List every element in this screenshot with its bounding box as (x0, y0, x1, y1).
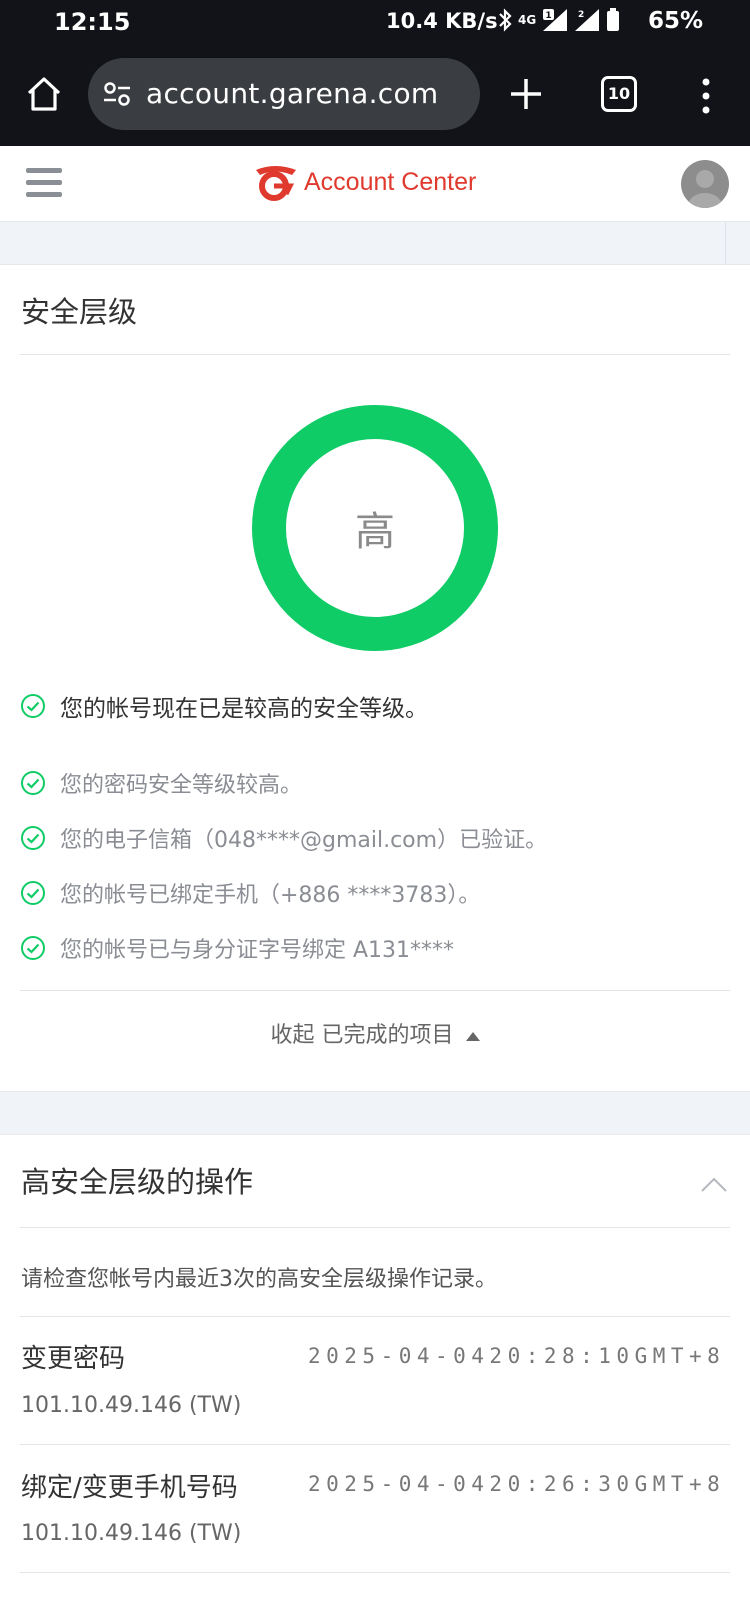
system-icons: 4G 1 2 (498, 8, 620, 32)
battery-percent: 65% (648, 8, 704, 34)
security-level-value: 高 (355, 509, 395, 555)
divider (20, 354, 730, 355)
summary-check: 您的帐号现在已是较高的安全等级。 (20, 691, 428, 722)
check-item: 您的密码安全等级较高。 (20, 768, 302, 798)
operation-action: 变更密码 (21, 1344, 126, 1374)
divider (20, 1444, 730, 1445)
divider (20, 1572, 730, 1573)
operation-ip: 101.10.49.146 (TW) (21, 1393, 242, 1418)
address-bar[interactable]: account.garena.com (88, 58, 480, 130)
check-item-text: 您的密码安全等级较高。 (60, 773, 303, 798)
collapse-completed-button[interactable]: 收起 已完成的项目 (0, 1017, 750, 1049)
divider (20, 990, 730, 991)
security-level-card: 安全层级 高 您的帐号现在已是较高的安全等级。 您的密码安全等级较高。 您的电子… (0, 264, 750, 1092)
avatar[interactable] (681, 160, 729, 208)
summary-text: 您的帐号现在已是较高的安全等级。 (60, 696, 428, 722)
brand-title: Account Center (304, 167, 477, 196)
browser-toolbar: account.garena.com 10 (0, 46, 750, 146)
security-level-title: 安全层级 (21, 295, 138, 329)
check-item-text: 您的帐号已绑定手机（+886 ****3783）。 (60, 883, 481, 908)
operation-action: 绑定/变更手机号码 (21, 1473, 238, 1503)
svg-text:1: 1 (546, 11, 552, 21)
check-circle-icon (21, 771, 45, 795)
chevron-up-icon[interactable] (700, 1175, 728, 1193)
divider (20, 1316, 730, 1317)
operation-ip: 101.10.49.146 (TW) (21, 1521, 242, 1546)
network-type-icon: 4G (518, 13, 537, 27)
operation-time: 2025-04-0420:26:30GMT+8 (308, 1472, 726, 1496)
check-item-text: 您的帐号已与身分证字号绑定 A131**** (60, 938, 455, 963)
check-circle-icon (21, 694, 45, 718)
check-item: 您的帐号已与身分证字号绑定 A131**** (20, 933, 454, 963)
url-text[interactable]: account.garena.com (146, 77, 439, 110)
site-settings-icon[interactable] (102, 80, 132, 108)
bluetooth-icon (499, 8, 512, 32)
garena-logo-icon (256, 166, 296, 201)
check-item-text: 您的电子信箱（048****@gmail.com）已验证。 (60, 828, 548, 853)
operations-title: 高安全层级的操作 (21, 1165, 254, 1199)
new-tab-icon[interactable] (508, 76, 544, 112)
signal-sim2-icon: 2 (575, 9, 600, 31)
brand-logo[interactable]: Account Center (252, 162, 476, 202)
hamburger-menu-icon[interactable] (26, 168, 62, 198)
home-icon[interactable] (24, 74, 64, 114)
check-circle-icon (21, 826, 45, 850)
site-header: Account Center (0, 146, 750, 222)
high-security-operations-card: 高安全层级的操作 请检查您帐号内最近3次的高安全层级操作记录。 变更密码 202… (0, 1134, 750, 1597)
battery-icon (607, 8, 620, 31)
status-bar: 12:15 10.4 KB/s 4G 1 2 65% (0, 0, 750, 46)
signal-sim1-icon: 1 (543, 9, 568, 31)
divider (20, 1227, 730, 1228)
operation-time: 2025-04-0420:28:10GMT+8 (308, 1344, 726, 1368)
operations-description: 请检查您帐号内最近3次的高安全层级操作记录。 (21, 1267, 497, 1292)
tab-switcher-button[interactable]: 10 (601, 76, 637, 112)
check-circle-icon (21, 936, 45, 960)
more-menu-icon[interactable] (694, 76, 718, 116)
network-speed: 10.4 KB/s (386, 9, 498, 33)
user-avatar-icon (688, 170, 722, 208)
triangle-up-icon[interactable] (465, 1031, 480, 1041)
check-item: 您的电子信箱（048****@gmail.com）已验证。 (20, 823, 547, 853)
collapse-label[interactable]: 收起 已完成的项目 (271, 1023, 454, 1048)
check-item: 您的帐号已绑定手机（+886 ****3783）。 (20, 878, 480, 908)
svg-text:2: 2 (578, 10, 584, 20)
check-circle-icon (21, 881, 45, 905)
status-time: 12:15 (54, 8, 131, 36)
